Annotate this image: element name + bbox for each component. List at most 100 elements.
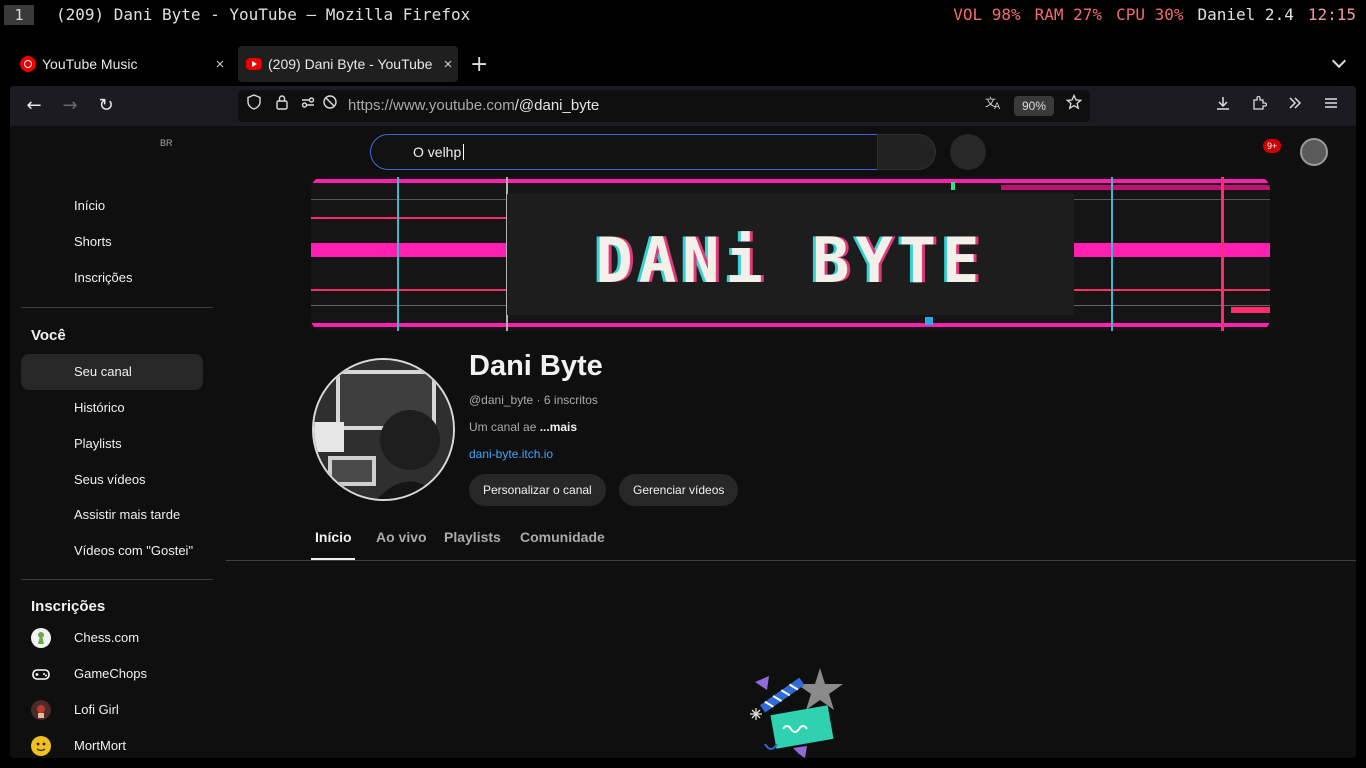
customize-channel-button[interactable]: Personalizar o canal — [469, 474, 606, 506]
empty-channel-illustration — [735, 666, 845, 758]
channel-description-text: Um canal ae — [469, 420, 540, 434]
sidebar-item-label: Shorts — [74, 234, 112, 249]
search-value: O velhp — [413, 144, 462, 160]
banner-title-panel: DANi BYTE — [507, 194, 1074, 315]
channel-name: Dani Byte — [469, 350, 603, 382]
url-text[interactable]: https://www.youtube.com/@dani_byte — [348, 97, 599, 114]
tab-close-icon[interactable]: × — [438, 56, 458, 73]
lofi-girl-avatar-icon — [31, 700, 51, 720]
gamepad-icon — [31, 664, 51, 684]
channel-tabs: Início Ao vivo Playlists Comunidade — [226, 514, 1356, 561]
subscription-label: Lofi Girl — [74, 702, 119, 717]
cpu-stat: CPU 30% — [1116, 5, 1184, 24]
tab-dani-byte[interactable]: (209) Dani Byte - YouTube × — [238, 46, 458, 82]
tab-label: YouTube Music — [42, 56, 138, 72]
tab-playlists[interactable]: Playlists — [444, 529, 501, 545]
search-input-text: O velhp — [413, 144, 465, 160]
sidebar-item-videos-gostei[interactable]: Vídeos com "Gostei" — [21, 533, 203, 569]
banner-title: DANi BYTE — [595, 224, 986, 297]
url-bar[interactable]: https://www.youtube.com/@dani_byte 文A 90… — [238, 90, 1090, 122]
system-stats: VOL 98% RAM 27% CPU 30% Daniel 2.4 12:15 — [939, 5, 1356, 25]
subscription-lofi-girl[interactable]: Lofi Girl — [21, 692, 203, 728]
tab-close-icon[interactable]: × — [210, 56, 230, 73]
channel-description[interactable]: Um canal ae ...mais — [469, 420, 577, 434]
tab-inicio[interactable]: Início — [315, 529, 352, 545]
sidebar-divider — [21, 307, 213, 308]
subscription-label: Chess.com — [74, 630, 140, 645]
sidebar: BR Início Shorts Inscrições Você Seu can… — [10, 126, 224, 758]
subscription-label: MortMort — [74, 738, 126, 753]
lock-icon[interactable] — [270, 94, 294, 118]
reload-button[interactable]: ↻ — [94, 94, 118, 118]
sidebar-item-historico[interactable]: Histórico — [21, 390, 203, 426]
shield-icon[interactable] — [242, 94, 266, 118]
sidebar-item-assistir-mais-tarde[interactable]: Assistir mais tarde — [21, 497, 203, 533]
sidebar-item-inicio[interactable]: Início — [21, 188, 203, 224]
downloads-icon[interactable] — [1211, 94, 1235, 118]
workspace-indicator[interactable]: 1 — [4, 5, 34, 25]
chess-pawn-icon — [31, 628, 51, 648]
nav-toolbar: ← → ↻ https://www.youtube.com/@dani_byte… — [10, 86, 1356, 126]
sidebar-item-inscricoes[interactable]: Inscrições — [21, 260, 203, 296]
browser-window: ← → ↻ https://www.youtube.com/@dani_byte… — [10, 86, 1356, 758]
sidebar-item-label: Assistir mais tarde — [74, 507, 181, 522]
subscription-chess-com[interactable]: Chess.com — [21, 620, 203, 656]
channel-avatar-art — [314, 360, 453, 499]
back-button[interactable]: ← — [22, 94, 46, 118]
user-label: Daniel 2.4 — [1197, 5, 1294, 24]
search-button[interactable] — [877, 134, 936, 170]
more-link[interactable]: ...mais — [540, 420, 577, 434]
subscription-mortmort[interactable]: MortMort — [21, 728, 203, 758]
sidebar-item-label: Início — [74, 198, 106, 213]
tab-youtube-music[interactable]: YouTube Music × — [12, 46, 230, 82]
overflow-menu-icon[interactable] — [1283, 94, 1307, 118]
notification-badge[interactable]: 9+ — [1263, 139, 1282, 153]
bookmark-star-icon[interactable] — [1062, 93, 1086, 118]
url-path: /@dani_byte — [514, 97, 600, 114]
tab-comunidade[interactable]: Comunidade — [520, 529, 605, 545]
new-tab-button[interactable]: + — [470, 52, 488, 77]
permissions-icon[interactable] — [296, 94, 320, 118]
sidebar-item-shorts[interactable]: Shorts — [21, 224, 203, 260]
youtube-icon — [246, 58, 262, 70]
tab-label: (209) Dani Byte - YouTube — [268, 56, 433, 72]
account-avatar[interactable] — [1300, 138, 1328, 166]
ram-stat: RAM 27% — [1034, 5, 1103, 24]
channel-meta: @dani_byte · 6 inscritos — [469, 393, 598, 407]
clock: 12:15 — [1307, 5, 1356, 24]
autoplay-blocked-icon[interactable] — [318, 94, 342, 118]
channel-banner: DANi BYTE — [311, 177, 1270, 331]
tab-ao-vivo[interactable]: Ao vivo — [376, 529, 427, 545]
zoom-indicator[interactable]: 90% — [1014, 96, 1054, 116]
volume-stat: VOL 98% — [953, 5, 1021, 24]
youtube-page: BR Início Shorts Inscrições Você Seu can… — [10, 126, 1356, 758]
channel-external-link[interactable]: dani-byte.itch.io — [469, 447, 553, 461]
search-input[interactable]: O velhp — [370, 134, 878, 170]
channel-avatar[interactable] — [312, 358, 455, 501]
subscription-label: GameChops — [74, 666, 147, 681]
list-all-tabs-icon[interactable] — [1331, 53, 1347, 69]
sidebar-heading-inscricoes: Inscrições — [31, 598, 106, 615]
sidebar-item-label: Playlists — [74, 436, 122, 451]
sidebar-item-seus-videos[interactable]: Seus vídeos — [21, 462, 203, 498]
region-code: BR — [160, 138, 173, 148]
voice-search-button[interactable] — [950, 134, 986, 170]
sidebar-item-label: Seu canal — [74, 364, 132, 379]
tab-strip: YouTube Music × (209) Dani Byte - YouTub… — [0, 44, 1366, 84]
svg-text:A: A — [994, 102, 1001, 110]
hamburger-menu-icon[interactable] — [1319, 94, 1343, 118]
forward-button[interactable]: → — [58, 94, 82, 118]
sidebar-item-playlists[interactable]: Playlists — [21, 426, 203, 462]
sidebar-heading-voce[interactable]: Você — [31, 327, 66, 344]
subscription-gamechops[interactable]: GameChops — [21, 656, 203, 692]
url-host: https://www.youtube.com — [348, 97, 515, 114]
translate-icon[interactable]: 文A — [982, 94, 1006, 118]
extensions-icon[interactable] — [1247, 94, 1271, 118]
sidebar-item-label: Histórico — [74, 400, 125, 415]
manage-videos-button[interactable]: Gerenciar vídeos — [619, 474, 739, 506]
window-manager-bar: 1 (209) Dani Byte - YouTube — Mozilla Fi… — [0, 0, 1366, 30]
text-caret — [463, 144, 465, 160]
sidebar-item-label: Inscrições — [74, 270, 133, 285]
sidebar-item-seu-canal[interactable]: Seu canal — [21, 354, 203, 390]
sidebar-item-label: Seus vídeos — [74, 472, 146, 487]
